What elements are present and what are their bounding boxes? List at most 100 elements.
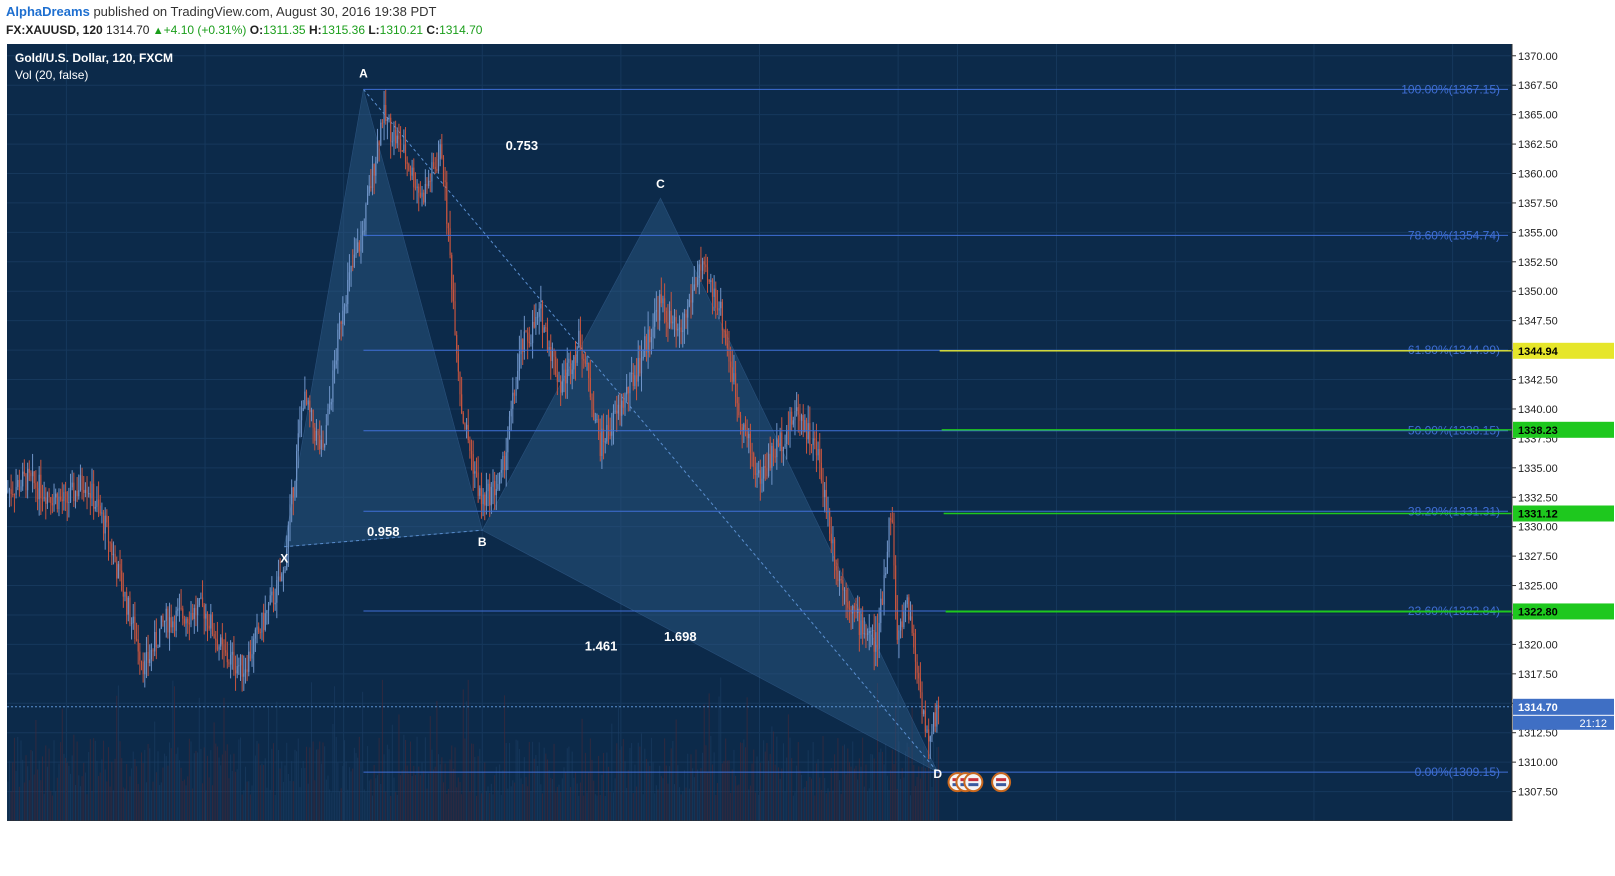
candle-body — [936, 704, 938, 727]
price-tick-label: 1330.00 — [1518, 522, 1558, 534]
volume-bar — [695, 749, 697, 821]
candle-body — [35, 483, 37, 489]
candle-body — [532, 321, 534, 344]
candle-body — [357, 242, 359, 253]
candle-body — [494, 480, 496, 496]
volume-bar — [885, 743, 887, 821]
candle-body — [258, 626, 260, 633]
candle-body — [12, 494, 14, 496]
candle-body — [112, 553, 115, 556]
candle-body — [530, 343, 532, 345]
flag-stripe-icon — [968, 783, 979, 787]
candle-body — [692, 289, 694, 303]
candle-body — [177, 608, 179, 611]
price-chart[interactable]: 100.00%(1367.15)78.60%(1354.74)61.80%(13… — [0, 44, 1615, 871]
volume-bar — [786, 757, 788, 821]
candle-body — [763, 466, 765, 479]
candle-body — [903, 611, 905, 628]
volume-bar — [94, 740, 96, 821]
candle-body — [540, 303, 542, 309]
volume-bar — [119, 741, 121, 821]
up-arrow-icon: ▲ — [152, 25, 164, 37]
candle-body — [829, 510, 831, 534]
volume-bar — [25, 755, 27, 821]
candle-body — [573, 355, 575, 370]
candle-body — [632, 372, 634, 386]
candle-body — [40, 474, 42, 499]
candle-body — [631, 372, 633, 374]
candle-body — [17, 480, 19, 487]
economic-events[interactable] — [947, 772, 1012, 793]
volume-bar — [508, 743, 510, 821]
volume-bar — [88, 752, 90, 821]
price-axis[interactable]: 1307.501310.001312.501315.001317.501320.… — [1511, 44, 1615, 871]
volume-bar — [744, 747, 746, 821]
candle-body — [588, 363, 590, 379]
volume-bar — [560, 792, 562, 821]
volume-bar — [391, 724, 393, 821]
volume-bar — [208, 777, 210, 821]
volume-bar — [355, 753, 357, 821]
volume-bar — [847, 748, 849, 821]
volume-bar — [584, 752, 586, 821]
chart-container[interactable]: 100.00%(1367.15) 78.60%(1354.74) 61.80%(13… — [0, 44, 1615, 871]
volume-bar — [870, 753, 872, 821]
candle-body — [45, 497, 47, 504]
candle-body — [594, 420, 596, 422]
volume-bar — [218, 757, 220, 821]
volume-bar — [383, 754, 385, 821]
candle-body — [550, 347, 552, 362]
candle-body — [713, 288, 715, 297]
candle-body — [188, 622, 190, 625]
author-link[interactable]: AlphaDreams — [6, 4, 90, 19]
volume-bar — [530, 791, 532, 821]
volume-bar — [581, 718, 583, 821]
candle-body — [68, 502, 70, 504]
volume-bar — [471, 743, 473, 821]
volume-bar — [320, 763, 322, 821]
volume-bar — [624, 761, 626, 821]
volume-bar — [169, 742, 171, 821]
price-tick-label: 1335.00 — [1518, 463, 1558, 475]
candle-body — [205, 613, 207, 619]
candle-body — [739, 415, 742, 428]
volume-bar — [868, 788, 870, 821]
candle-body — [606, 425, 608, 442]
candle-body — [484, 494, 486, 506]
volume-bar — [723, 760, 725, 821]
volume-bar — [127, 791, 129, 821]
candle-body — [263, 612, 265, 630]
candle-body — [56, 493, 58, 510]
candle-body — [810, 444, 813, 446]
volume-bar — [376, 775, 378, 821]
volume-bar — [339, 791, 341, 821]
candle-body — [675, 316, 677, 331]
volume-bar — [112, 790, 114, 821]
volume-bar — [76, 741, 78, 821]
volume-bar — [926, 791, 928, 821]
candle-body — [467, 424, 469, 441]
volume-bar — [738, 784, 740, 821]
candle-body — [86, 489, 88, 494]
candle-body — [46, 492, 49, 504]
candle-body — [734, 373, 737, 397]
volume-bar — [126, 764, 128, 821]
candle-body — [888, 518, 890, 552]
candle-body — [906, 597, 908, 605]
volume-bar — [802, 788, 804, 821]
candle-body — [891, 520, 893, 523]
candle-body — [759, 470, 761, 484]
candle-body — [376, 141, 379, 162]
volume-bar — [883, 764, 885, 821]
volume-bar — [472, 743, 474, 821]
volume-bar — [650, 737, 652, 821]
candle-body — [685, 313, 687, 318]
volume-bar — [740, 742, 742, 821]
candle-body — [159, 628, 161, 648]
volume-bar — [726, 760, 728, 821]
candle-body — [296, 450, 298, 482]
volume-bar — [134, 759, 136, 821]
volume-bar — [71, 755, 73, 821]
candle-body — [934, 712, 936, 727]
volume-bar — [840, 793, 842, 821]
